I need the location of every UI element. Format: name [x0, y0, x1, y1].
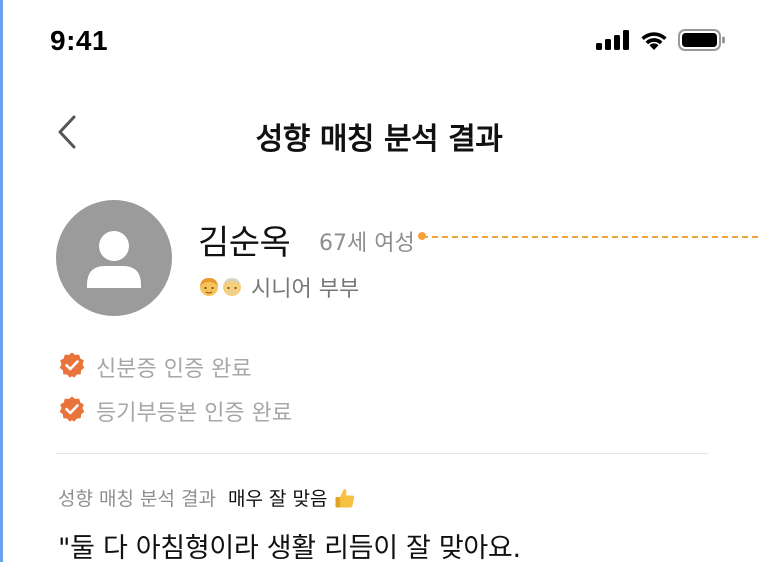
result-quote: "둘 다 아침형이라 생활 리듬이 잘 맞아요.	[58, 533, 521, 564]
profile-name: 김순옥	[198, 223, 291, 263]
frame-edge	[0, 0, 3, 562]
profile-age-gender: 67세 여성	[319, 231, 415, 256]
result-label: 성향 매칭 분석 결과	[58, 488, 216, 510]
person-icon	[56, 231, 172, 316]
matching-result-row: 성향 매칭 분석 결과 매우 잘 맞음	[58, 484, 357, 511]
profile-type: 시니어 부부	[198, 271, 359, 303]
status-icons	[596, 29, 726, 55]
profile-type-label: 시니어 부부	[251, 277, 360, 302]
page-title: 성향 매칭 분석 결과	[255, 122, 503, 157]
signal-icon	[596, 30, 630, 54]
annotation-dashed-line	[422, 236, 758, 238]
older-woman-emoji	[200, 278, 218, 296]
verification-label: 신분증 인증 완료	[96, 357, 252, 382]
result-value-text: 매우 잘 맞음	[227, 488, 328, 510]
verification-id: 신분증 인증 완료	[58, 351, 252, 383]
annotation-dot	[418, 232, 426, 240]
divider	[56, 453, 708, 454]
verified-badge-icon	[58, 351, 86, 383]
older-man-emoji	[223, 278, 241, 296]
verification-registry: 등기부등본 인증 완료	[58, 395, 292, 427]
thumbs-up-emoji	[335, 488, 355, 507]
status-time: 9:41	[50, 25, 109, 56]
verified-badge-icon	[58, 395, 86, 427]
avatar[interactable]	[56, 200, 172, 316]
wifi-icon	[639, 29, 669, 55]
verification-label: 등기부등본 인증 완료	[96, 401, 293, 426]
couple-emoji	[198, 276, 243, 298]
battery-icon	[678, 29, 726, 55]
result-value: 매우 잘 맞음	[228, 484, 357, 511]
